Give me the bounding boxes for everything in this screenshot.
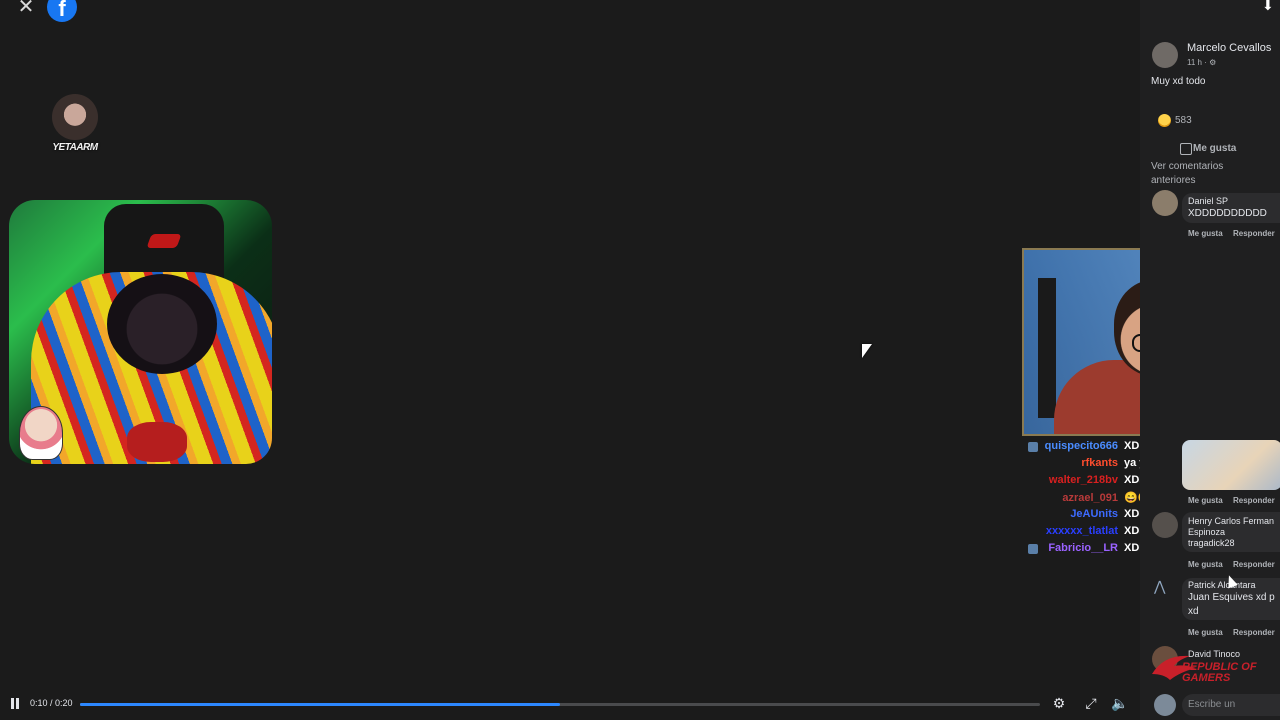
- avatar[interactable]: [1152, 512, 1178, 538]
- streamer-tag: YETAARM: [52, 142, 98, 153]
- comment-author[interactable]: Henry Carlos Ferman: [1188, 516, 1274, 526]
- rog-watermark-text: REPUBLIC OF GAMERS: [1182, 661, 1257, 684]
- comment-text: Juan Esquives xd p: [1188, 592, 1275, 603]
- avatar[interactable]: [1152, 42, 1178, 68]
- comment-input[interactable]: Escribe un comentario...: [1182, 694, 1280, 716]
- chat-username: azrael_091: [1062, 492, 1118, 504]
- haha-reaction-icon[interactable]: [1158, 114, 1171, 127]
- chat-username: rfkants: [1081, 457, 1118, 469]
- progress-bar[interactable]: [80, 703, 1040, 706]
- chat-username: JeAUnits: [1070, 508, 1118, 520]
- like-button[interactable]: Me gusta: [1193, 143, 1236, 154]
- cartoon-sticker-icon: [19, 406, 63, 460]
- comment-text: XDDDDDDDDDD: [1188, 208, 1267, 219]
- avatar: [1154, 694, 1176, 716]
- facebook-logo[interactable]: f: [47, 0, 77, 22]
- comments-panel: ⬇ Marcelo Cevallos 11 h · ⚙ Muy xd todo …: [1140, 0, 1280, 720]
- comment-reply-button[interactable]: Responder: [1233, 229, 1275, 238]
- chat-username: xxxxxx_tlatlat: [1045, 525, 1118, 537]
- comment-author-continued[interactable]: Espinoza: [1188, 527, 1225, 537]
- comment-text: tragadick28: [1188, 538, 1235, 548]
- close-button[interactable]: ✕: [14, 0, 38, 18]
- video-controls: 0:10 / 0:20 ⚙ ⤢ 🔈: [0, 690, 1140, 720]
- comment-author[interactable]: Patrick Alcántara: [1188, 580, 1256, 590]
- chat-username: walter_218bv: [1048, 474, 1118, 486]
- like-icon[interactable]: [1180, 143, 1192, 155]
- pause-icon: [11, 698, 14, 709]
- mouse-cursor-icon: [862, 344, 872, 358]
- person-head: [107, 274, 217, 374]
- chat-username: quispecito666: [1044, 440, 1118, 452]
- post-time[interactable]: 11 h · ⚙: [1187, 58, 1216, 67]
- progress-fill: [80, 703, 560, 706]
- chair-logo-icon: [146, 234, 182, 248]
- time-readout: 0:10 / 0:20: [30, 698, 73, 708]
- comment-like-button[interactable]: Me gusta: [1188, 229, 1223, 238]
- chat-text: XD: [1124, 440, 1140, 452]
- fullscreen-icon[interactable]: ⤢: [1083, 695, 1099, 711]
- comment-image[interactable]: [1182, 440, 1280, 490]
- chat-badge-icon: [1028, 442, 1038, 452]
- left-webcam-feed: [9, 200, 272, 464]
- chat-username: Fabricio__LR: [1048, 542, 1118, 554]
- comment-like-button[interactable]: Me gusta: [1188, 628, 1223, 637]
- comment-reply-button[interactable]: Responder: [1233, 628, 1275, 637]
- comment-like-button[interactable]: Me gusta: [1188, 496, 1223, 505]
- comment-like-button[interactable]: Me gusta: [1188, 560, 1223, 569]
- avatar[interactable]: [1152, 190, 1178, 216]
- room-shelf: [1038, 278, 1056, 418]
- avatar: [52, 94, 98, 140]
- reaction-count[interactable]: 583: [1175, 115, 1192, 126]
- pause-icon: [16, 698, 19, 709]
- volume-icon[interactable]: 🔈: [1111, 695, 1128, 711]
- comment-reply-button[interactable]: Responder: [1233, 560, 1275, 569]
- chat-badge-icon: [1028, 544, 1038, 554]
- comment-reply-button[interactable]: Responder: [1233, 496, 1275, 505]
- assassin-logo-icon[interactable]: ⋀: [1154, 578, 1172, 594]
- scroll-down-icon[interactable]: ⬇: [1262, 0, 1276, 12]
- view-older-comments-link[interactable]: Ver comentarios anteriores: [1151, 160, 1251, 188]
- comment-text-continued: xd: [1188, 606, 1199, 617]
- comment-author[interactable]: Daniel SP: [1188, 196, 1228, 206]
- settings-gear-icon[interactable]: ⚙: [1051, 695, 1067, 711]
- pause-button[interactable]: [9, 698, 21, 710]
- post-text: Muy xd todo: [1151, 76, 1206, 87]
- post-author[interactable]: Marcelo Cevallos: [1187, 42, 1271, 54]
- streamer-avatar-overlay: YETAARM: [46, 92, 104, 154]
- hands: [127, 422, 187, 462]
